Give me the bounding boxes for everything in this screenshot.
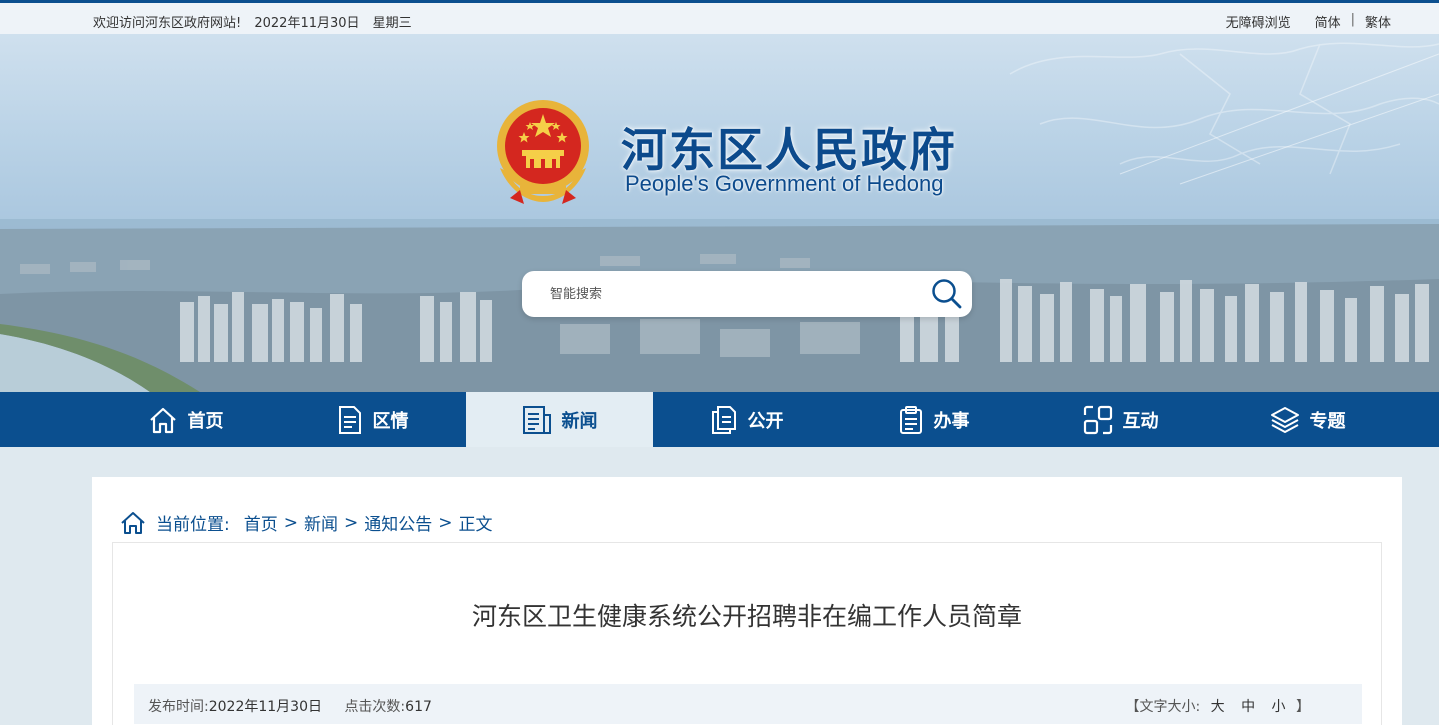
breadcrumb-separator: > [283,512,298,533]
top-bar: 欢迎访问河东区政府网站! 2022年11月30日 星期三 无障碍浏览 简体 | … [0,0,1439,34]
article-title: 河东区卫生健康系统公开招聘非在编工作人员简章 [471,602,1022,631]
document-icon [338,405,361,434]
views-label: 点击次数: [344,699,406,715]
news-icon [522,405,551,434]
welcome-message: 欢迎访问河东区政府网站! [93,16,242,31]
font-size-close: 】 [1296,699,1310,715]
simplified-chinese-link[interactable]: 简体 [1315,12,1341,31]
article-meta: 发布时间:2022年11月30日 点击次数:617 【文字大小: 大 中 小 】 [134,684,1362,724]
clipboard-icon [899,405,922,434]
breadcrumb: 当前位置: 首页 > 新闻 > 通知公告 > 正文 [120,510,492,535]
search-icon[interactable] [930,277,964,311]
breadcrumb-separator: > [343,512,359,533]
home-icon [149,407,176,433]
interact-icon [1083,405,1112,434]
nav-label: 互动 [1122,410,1159,432]
top-links: 无障碍浏览 简体 | 繁体 [1226,12,1391,31]
home-icon [121,511,145,534]
font-size-large-button[interactable]: 大 [1211,699,1225,715]
nav-label: 办事 [933,410,970,432]
publish-label: 发布时间: [148,699,209,715]
header-banner: 河东区人民政府 People's Government of Hedong [0,34,1439,392]
site-subtitle: People's Government of Hedong [625,171,944,196]
nav-item-services[interactable]: 办事 [840,392,1027,447]
nav-label: 新闻 [561,410,598,432]
nav-label: 公开 [747,410,784,432]
nav-item-district-info[interactable]: 区情 [279,392,466,447]
main-nav: 首页 区情 新闻 公开 办事 互动 专题 [0,392,1439,447]
cityscape-background [0,42,1439,392]
language-separator: | [1350,12,1355,27]
national-emblem-icon [497,100,589,204]
content-panel: 当前位置: 首页 > 新闻 > 通知公告 > 正文 河东区卫生健康系统公开招聘非… [92,477,1402,725]
current-date: 2022年11月30日 [254,16,360,31]
search-input[interactable] [550,283,930,305]
breadcrumb-news[interactable]: 新闻 [304,510,338,535]
nav-label: 区情 [372,410,409,432]
welcome-text: 欢迎访问河东区政府网站! 2022年11月30日 星期三 [93,12,421,31]
view-count: 617 [405,699,432,715]
font-size-medium-button[interactable]: 中 [1241,699,1255,715]
nav-label: 首页 [187,410,224,432]
breadcrumb-notices[interactable]: 通知公告 [364,510,432,535]
publish-date: 2022年11月30日 [208,699,322,715]
breadcrumb-label: 当前位置: [156,515,230,535]
font-size-label: 【文字大小: [1125,699,1201,715]
nav-item-news[interactable]: 新闻 [466,392,653,447]
traditional-chinese-link[interactable]: 繁体 [1365,12,1391,31]
breadcrumb-separator: > [438,512,453,533]
layers-icon [1270,406,1299,433]
font-size-controls: 【文字大小: 大 中 小 】 [1125,696,1310,716]
accessibility-link[interactable]: 无障碍浏览 [1226,12,1291,31]
nav-item-home[interactable]: 首页 [92,392,279,447]
current-weekday: 星期三 [372,16,412,31]
search-box [522,271,972,317]
breadcrumb-current[interactable]: 正文 [458,510,492,535]
breadcrumb-home[interactable]: 首页 [244,510,278,535]
nav-label: 专题 [1309,410,1346,432]
nav-item-public[interactable]: 公开 [653,392,840,447]
nav-item-interaction[interactable]: 互动 [1027,392,1214,447]
article: 河东区卫生健康系统公开招聘非在编工作人员简章 发布时间:2022年11月30日 … [112,542,1382,725]
article-info: 发布时间:2022年11月30日 点击次数:617 [148,696,432,716]
files-icon [711,405,736,434]
nav-item-topics[interactable]: 专题 [1214,392,1401,447]
font-size-small-button[interactable]: 小 [1272,699,1286,715]
